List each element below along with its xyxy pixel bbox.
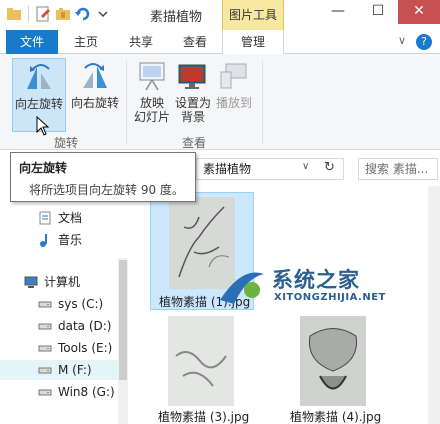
nav-item-computer[interactable]: 计算机 [0,272,118,292]
drive-icon [38,297,52,311]
tooltip: 向左旋转 将所选项目向左旋转 90 度。 [10,152,196,202]
set-background-label-2: 背景 [180,110,205,124]
document-icon [38,211,52,225]
rotate-right-button[interactable]: 向右旋转 [68,58,122,132]
nav-item-drive-g[interactable]: Win8 (G:) [0,382,118,402]
nav-scrollbar[interactable] [118,258,128,424]
nav-item-music[interactable]: 音乐 [0,230,118,250]
content-scrollbar[interactable] [428,186,440,424]
play-to-button[interactable]: 播放到 [214,58,254,132]
tab-file[interactable]: 文件 [6,30,58,54]
help-icon[interactable]: ? [416,34,432,50]
nav-item-label: Tools (E:) [58,341,113,355]
minimize-button[interactable]: — [318,0,358,24]
slideshow-label-1: 放映 [139,96,164,110]
nav-item-label: 文档 [58,211,83,225]
undo-icon[interactable] [75,6,91,22]
file-item[interactable]: 植物素描 (4).jpg [282,312,386,424]
sketch-thumbnail [300,316,366,406]
file-item[interactable]: 植物素描 (3).jpg [150,312,254,424]
watermark-logo-icon [220,272,264,304]
navigation-pane: 文档 音乐 计算机 sys (C:) data (D:) Tools (E:) [0,186,132,424]
rotate-left-label: 向左旋转 [14,97,63,111]
qat-separator [28,6,29,22]
rotate-group-label: 旋转 [54,136,79,150]
refresh-icon[interactable]: ↻ [324,160,335,175]
nav-item-drive-c[interactable]: sys (C:) [0,294,118,314]
set-background-label-1: 设置为 [174,96,211,110]
picture-tools-header: 图片工具 [222,0,284,30]
file-name: 植物素描 (4).jpg [290,410,382,424]
chevron-down-icon[interactable]: ∨ [302,161,309,172]
nav-item-label: sys (C:) [58,297,104,311]
tab-view[interactable]: 查看 [170,30,220,54]
nav-item-label: 音乐 [58,233,83,247]
nav-item-label: 计算机 [44,275,81,289]
computer-icon [24,275,38,289]
maximize-button[interactable]: ☐ [358,0,398,24]
drive-icon [38,385,52,399]
rotate-right-icon [79,60,111,92]
desktop-background-icon [177,60,209,92]
drive-icon [38,319,52,333]
collapse-ribbon-icon[interactable]: ∨ [398,34,406,47]
tab-manage[interactable]: 管理 [222,30,284,55]
quick-access-toolbar [6,6,111,22]
tab-share[interactable]: 共享 [116,30,166,54]
mouse-cursor-icon [36,116,50,136]
window-title: 素描植物 [150,10,203,25]
nav-item-label: data (D:) [58,319,112,333]
new-folder-icon[interactable] [55,6,71,22]
nav-item-drive-e[interactable]: Tools (E:) [0,338,118,358]
file-name: 植物素描 (3).jpg [158,410,250,424]
nav-item-drive-f[interactable]: M (F:) [0,360,118,380]
close-button[interactable]: ✕ [398,0,440,24]
music-icon [38,233,52,247]
tab-home[interactable]: 主页 [62,30,110,54]
rotate-left-icon [23,61,55,93]
nav-item-drive-d[interactable]: data (D:) [0,316,118,336]
nav-item-label: Win8 (G:) [58,385,115,399]
drive-icon [38,341,52,355]
address-input[interactable]: 素描植物 [196,158,344,180]
play-to-label: 播放到 [215,96,252,110]
title-bar: 素描植物 图片工具 — ☐ ✕ [0,0,440,30]
chevron-down-icon[interactable] [95,6,111,22]
group-separator [262,60,263,144]
watermark: 系统之家 XITONGZHIJIA.NET [216,258,396,314]
nav-scrollbar-thumb[interactable] [119,260,127,380]
slideshow-button[interactable]: 放映 幻灯片 [132,58,172,132]
play-to-device-icon [218,60,250,92]
projector-screen-icon [136,60,168,92]
group-separator [126,60,127,144]
nav-item-documents[interactable]: 文档 [0,208,118,228]
sketch-thumbnail [168,316,234,406]
ribbon: 向左旋转 向右旋转 旋转 放映 幻灯片 设置为 背景 播放到 查看 [0,54,440,150]
rotate-right-label: 向右旋转 [70,96,119,110]
set-background-button[interactable]: 设置为 背景 [172,58,214,132]
tooltip-description: 将所选项目向左旋转 90 度。 [29,183,184,197]
watermark-url: XITONGZHIJIA.NET [274,292,386,303]
drive-icon [38,363,52,377]
nav-item-label: M (F:) [58,363,92,377]
ribbon-tabs: 文件 主页 共享 查看 管理 ∨ ? [0,30,440,55]
folder-icon [6,6,22,22]
watermark-text: 系统之家 [272,268,360,292]
slideshow-label-2: 幻灯片 [133,110,170,124]
properties-icon[interactable] [35,6,51,22]
tooltip-title: 向左旋转 [19,161,68,175]
view-group-label: 查看 [182,136,207,150]
search-input[interactable]: 搜索 素描... [358,158,438,180]
